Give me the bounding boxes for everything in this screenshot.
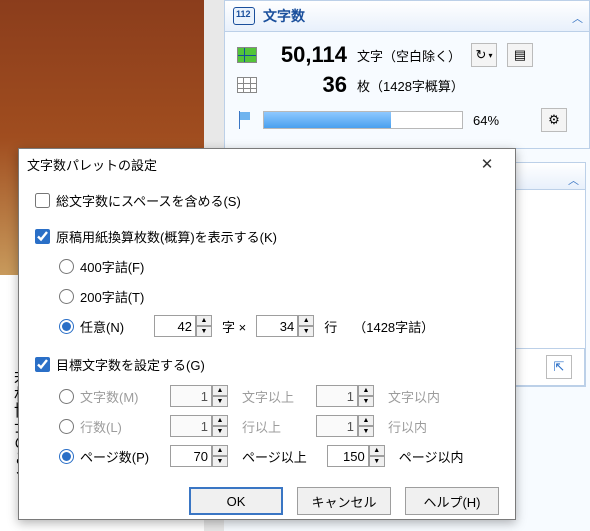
spin-up[interactable]: ▲ bbox=[212, 445, 228, 456]
chevron-up-icon: ︿ bbox=[572, 10, 583, 26]
spin-down: ▼ bbox=[212, 396, 228, 407]
refresh-button[interactable]: ↻▾ bbox=[471, 43, 497, 67]
charcount-title: 文字数 bbox=[263, 6, 305, 26]
chars-max-unit: 文字以内 bbox=[388, 387, 442, 406]
spin-down[interactable]: ▼ bbox=[212, 456, 228, 467]
pages-max-input[interactable] bbox=[327, 445, 369, 467]
spin-down: ▼ bbox=[358, 426, 374, 437]
close-button[interactable]: ✕ bbox=[467, 155, 507, 173]
genko-200-label: 200字詰(T) bbox=[80, 287, 144, 306]
genko-cols-input[interactable] bbox=[154, 315, 196, 337]
chars-min-input bbox=[170, 385, 212, 407]
page-count-value: 36 bbox=[267, 72, 347, 98]
char-total-value: 50,114 bbox=[267, 42, 347, 68]
spin-down: ▼ bbox=[358, 396, 374, 407]
lines-min-input bbox=[170, 415, 212, 437]
spin-down[interactable]: ▼ bbox=[298, 326, 314, 337]
help-button[interactable]: ヘルプ(H) bbox=[405, 487, 499, 515]
target-chars-label: 文字数(M) bbox=[80, 387, 160, 406]
doc-button[interactable]: ▤ bbox=[507, 43, 533, 67]
genko-400-label: 400字詰(F) bbox=[80, 257, 144, 276]
spin-up: ▲ bbox=[358, 385, 374, 396]
spin-up[interactable]: ▲ bbox=[196, 315, 212, 326]
pages-min-unit: ページ以上 bbox=[242, 447, 307, 466]
show-genko-checkbox[interactable] bbox=[35, 229, 50, 244]
chars-min-unit: 文字以上 bbox=[242, 387, 296, 406]
dialog-title: 文字数パレットの設定 bbox=[27, 155, 157, 174]
lines-max-unit: 行以内 bbox=[388, 417, 442, 436]
target-lines-label: 行数(L) bbox=[80, 417, 160, 436]
genko-rows-input[interactable] bbox=[256, 315, 298, 337]
rows-unit: 行 bbox=[324, 317, 337, 336]
page-count-unit: 枚（1428字概算） bbox=[357, 76, 464, 95]
spin-up[interactable]: ▲ bbox=[298, 315, 314, 326]
lines-min-unit: 行以上 bbox=[242, 417, 296, 436]
charcount-accordion-header[interactable]: 文字数 ︿ bbox=[224, 0, 590, 32]
chevron-up-icon: ︿ bbox=[568, 172, 579, 188]
expand-button[interactable]: ⇱ bbox=[546, 355, 572, 379]
target-pages-label: ページ数(P) bbox=[80, 447, 160, 466]
spin-down: ▼ bbox=[212, 426, 228, 437]
genko-any-radio[interactable] bbox=[59, 319, 74, 334]
genko-400-radio[interactable] bbox=[59, 259, 74, 274]
lines-max-input bbox=[316, 415, 358, 437]
spin-down[interactable]: ▼ bbox=[369, 456, 385, 467]
spin-up: ▲ bbox=[358, 415, 374, 426]
set-target-label: 目標文字数を設定する(G) bbox=[56, 355, 205, 374]
char-total-unit: 文字（空白除く） bbox=[357, 46, 461, 65]
set-target-checkbox[interactable] bbox=[35, 357, 50, 372]
target-chars-radio[interactable] bbox=[59, 389, 74, 404]
charcount-body: 50,114 文字（空白除く） ↻▾ ▤ 36 枚（1428字概算） 64% ⚙ bbox=[224, 32, 590, 149]
pages-max-unit: ページ以内 bbox=[399, 447, 464, 466]
genko-any-label: 任意(N) bbox=[80, 317, 144, 336]
spin-down[interactable]: ▼ bbox=[196, 326, 212, 337]
settings-button[interactable]: ⚙ bbox=[541, 108, 567, 132]
spin-up: ▲ bbox=[212, 385, 228, 396]
ok-button[interactable]: OK bbox=[189, 487, 283, 515]
pages-min-input[interactable] bbox=[170, 445, 212, 467]
chars-max-input bbox=[316, 385, 358, 407]
progress-bar bbox=[263, 111, 463, 129]
progress-percent: 64% bbox=[473, 113, 499, 128]
spin-up: ▲ bbox=[212, 415, 228, 426]
cancel-button[interactable]: キャンセル bbox=[297, 487, 391, 515]
genko-summary: （1428字詰） bbox=[353, 317, 434, 336]
genko-200-radio[interactable] bbox=[59, 289, 74, 304]
charcount-settings-dialog: 文字数パレットの設定 ✕ 総文字数にスペースを含める(S) 原稿用紙換算枚数(概… bbox=[18, 148, 516, 520]
include-spaces-checkbox[interactable] bbox=[35, 193, 50, 208]
cols-unit: 字 × bbox=[222, 317, 246, 336]
flag-icon bbox=[237, 111, 253, 129]
target-pages-radio[interactable] bbox=[59, 449, 74, 464]
show-genko-label: 原稿用紙換算枚数(概算)を表示する(K) bbox=[56, 227, 277, 246]
charcount-icon bbox=[233, 7, 255, 25]
target-lines-radio[interactable] bbox=[59, 419, 74, 434]
spin-up[interactable]: ▲ bbox=[369, 445, 385, 456]
include-spaces-label: 総文字数にスペースを含める(S) bbox=[56, 191, 241, 210]
char-total-icon bbox=[237, 47, 257, 63]
page-count-icon bbox=[237, 77, 257, 93]
